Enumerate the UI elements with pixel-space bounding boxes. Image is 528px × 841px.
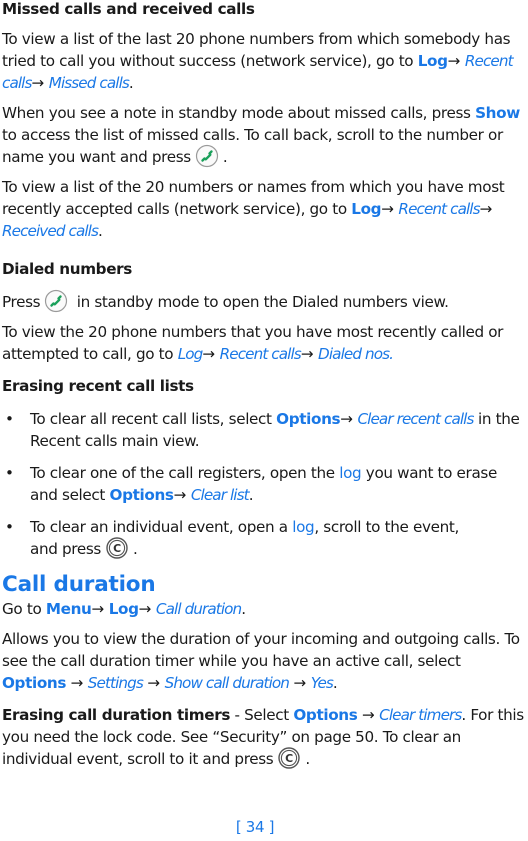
section-erasing-lists: Erasing recent call lists • To clear all … [2, 377, 528, 560]
link-options[interactable]: Options [110, 486, 174, 504]
list-item: • To clear all recent call lists, select … [5, 410, 520, 450]
link-recent-calls[interactable]: Recent calls [220, 345, 302, 363]
paragraph-show-missed: When you see a note in standby mode abou… [2, 104, 520, 168]
call-key-icon [195, 144, 219, 168]
link-recent-calls[interactable]: Recent calls [398, 200, 480, 218]
link-log[interactable]: Log [109, 600, 139, 618]
link-call-duration[interactable]: Call duration [156, 600, 242, 618]
link-show-call-duration[interactable]: Show call duration [165, 674, 290, 692]
link-log[interactable]: log [339, 464, 361, 482]
section-missed-received: Missed calls and received calls To view … [2, 0, 528, 242]
link-show[interactable]: Show [475, 104, 520, 122]
link-options[interactable]: Options [293, 706, 357, 724]
link-dialed-nos[interactable]: Dialed nos. [318, 345, 394, 363]
link-log[interactable]: Log [178, 345, 204, 363]
svg-text:C: C [113, 542, 121, 555]
bullet-dot: • [5, 518, 14, 536]
link-yes[interactable]: Yes [311, 674, 334, 692]
heading-missed-received: Missed calls and received calls [2, 0, 255, 18]
link-received-calls[interactable]: Received calls [2, 222, 99, 240]
link-menu[interactable]: Menu [46, 600, 92, 618]
link-options[interactable]: Options [276, 410, 340, 428]
paragraph-call-duration-info: Allows you to view the duration of your … [2, 630, 520, 692]
list-item: • To clear one of the call registers, ope… [5, 464, 497, 504]
paragraph-goto-call-duration: Go to Menu→ Log→ Call duration. [2, 600, 246, 618]
paragraph-press-call: Press in standby mode to open the Dialed… [2, 289, 528, 313]
link-log[interactable]: Log [351, 200, 381, 218]
link-options[interactable]: Options [2, 674, 66, 692]
link-clear-list[interactable]: Clear list [191, 486, 250, 504]
paragraph-received-calls: To view a list of the 20 numbers or name… [2, 178, 505, 240]
link-missed-calls[interactable]: Missed calls [49, 74, 130, 92]
erasing-timers-lead: Erasing call duration timers [2, 706, 231, 724]
heading-call-duration: Call duration [2, 572, 156, 597]
bullet-dot: • [5, 464, 14, 482]
heading-erasing-lists: Erasing recent call lists [2, 377, 194, 395]
bullet-dot: • [5, 410, 14, 428]
clear-key-icon: C [105, 536, 129, 560]
paragraph-missed-calls: To view a list of the last 20 phone numb… [2, 30, 514, 92]
link-settings[interactable]: Settings [88, 674, 144, 692]
link-log[interactable]: Log [418, 52, 448, 70]
clear-key-icon: C [277, 746, 301, 770]
link-clear-recent-calls[interactable]: Clear recent calls [357, 410, 474, 428]
paragraph-erasing-timers: Erasing call duration timers - Select Op… [2, 706, 524, 770]
heading-dialed-numbers: Dialed numbers [2, 260, 132, 278]
svg-text:C: C [286, 752, 294, 765]
list-item: • To clear an individual event, open a lo… [5, 518, 459, 560]
paragraph-dialed-list: To view the 20 phone numbers that you ha… [2, 323, 504, 363]
link-log[interactable]: log [292, 518, 314, 536]
link-clear-timers[interactable]: Clear timers [379, 706, 462, 724]
call-key-icon [44, 289, 68, 313]
page-number: [ 34 ] [235, 818, 275, 836]
section-dialed-numbers: Dialed numbers Press in standby mode to … [2, 260, 528, 365]
erasing-bullet-list: • To clear all recent call lists, select … [2, 408, 528, 560]
section-call-duration: Call duration Go to Menu→ Log→ Call dura… [2, 572, 528, 770]
